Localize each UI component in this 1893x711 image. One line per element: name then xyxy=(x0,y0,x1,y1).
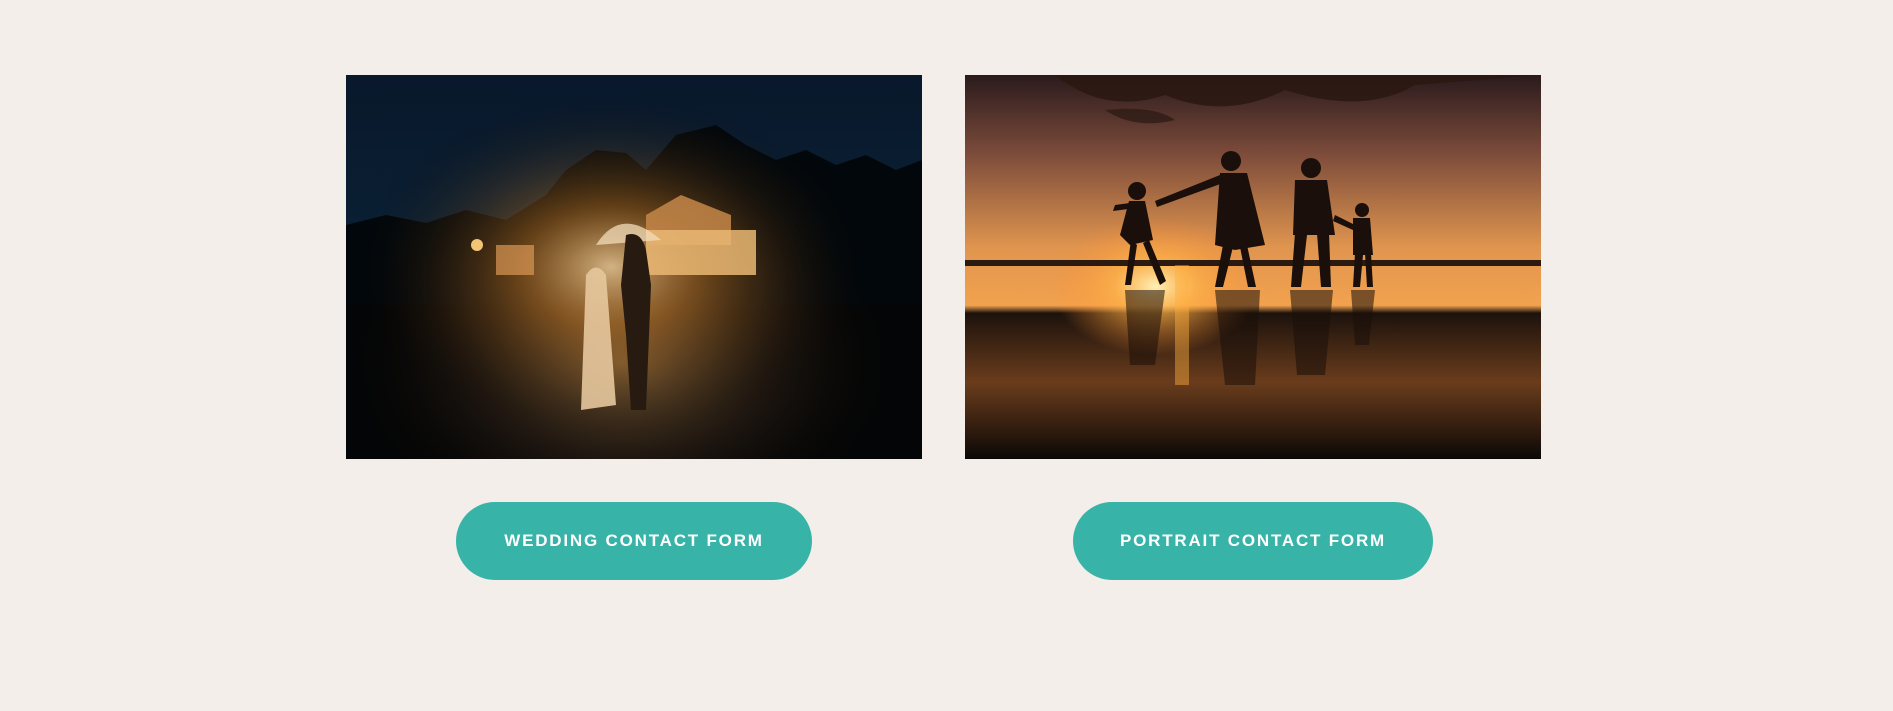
portrait-photo[interactable] xyxy=(965,75,1541,459)
wedding-photo[interactable] xyxy=(346,75,922,459)
portrait-photo-graphic xyxy=(965,75,1541,459)
portrait-contact-form-button[interactable]: PORTRAIT CONTACT FORM xyxy=(1073,502,1433,580)
wedding-photo-graphic xyxy=(346,75,922,459)
wedding-card: WEDDING CONTACT FORM xyxy=(346,75,922,580)
wedding-contact-form-button[interactable]: WEDDING CONTACT FORM xyxy=(456,502,812,580)
portrait-card: PORTRAIT CONTACT FORM xyxy=(965,75,1541,580)
